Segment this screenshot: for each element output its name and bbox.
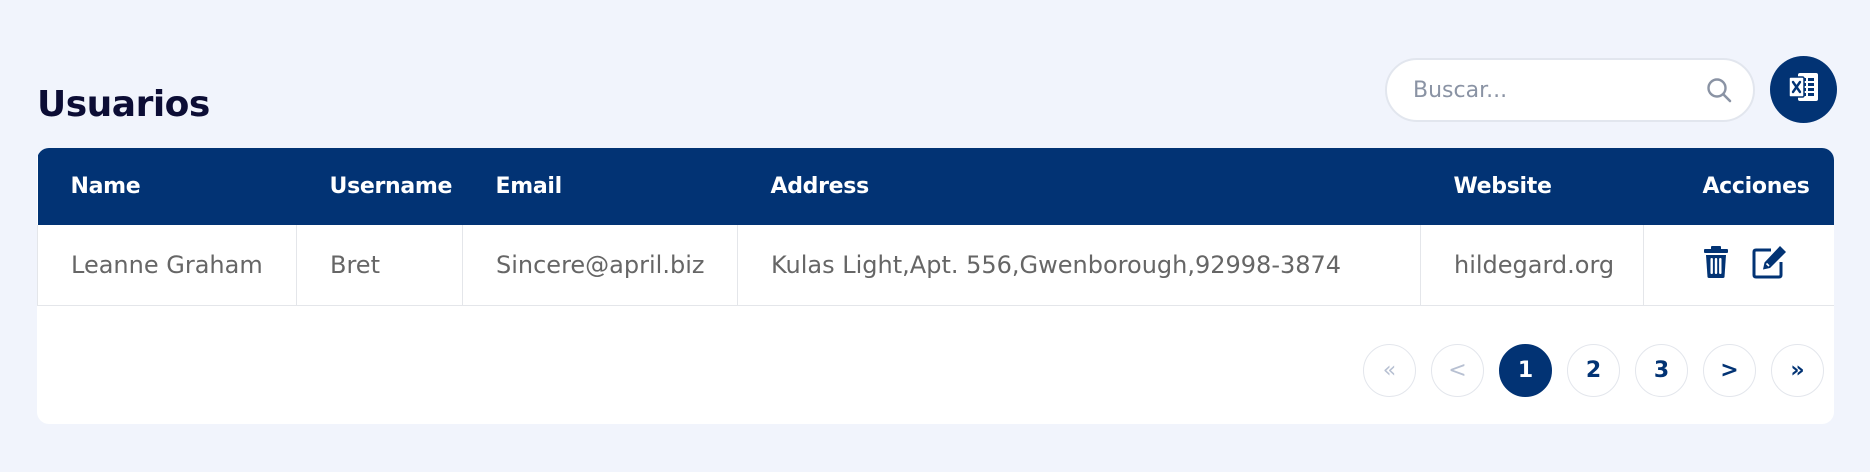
first-page-button[interactable]: « (1363, 344, 1416, 397)
cell-actions (1643, 225, 1834, 306)
table-header-row: Name Username Email Address Website Acci… (37, 148, 1834, 225)
page: Usuarios Buscar... Name Username Email A… (0, 0, 1870, 472)
column-header-website[interactable]: Website (1421, 148, 1644, 225)
row-actions (1644, 244, 1834, 286)
cell-username: Bret (296, 225, 463, 306)
users-table-card: Name Username Email Address Website Acci… (37, 148, 1834, 424)
export-excel-button[interactable] (1770, 56, 1837, 123)
pagination: « < 1 2 3 > » (1363, 344, 1824, 397)
previous-page-button[interactable]: < (1431, 344, 1484, 397)
next-page-button[interactable]: > (1703, 344, 1756, 397)
delete-button[interactable] (1695, 244, 1737, 286)
cell-address: Kulas Light,Apt. 556,Gwenborough,92998-3… (737, 225, 1421, 306)
page-button-3[interactable]: 3 (1635, 344, 1688, 397)
excel-icon (1787, 70, 1820, 109)
column-header-name[interactable]: Name (38, 148, 297, 225)
search-box (1385, 58, 1755, 122)
edit-button[interactable] (1749, 244, 1791, 286)
page-button-2[interactable]: 2 (1567, 344, 1620, 397)
column-header-address[interactable]: Address (738, 148, 1421, 225)
column-header-username[interactable]: Username (297, 148, 463, 225)
search-input[interactable] (1413, 77, 1705, 103)
column-header-email[interactable]: Email (463, 148, 738, 225)
cell-name: Leanne Graham (37, 225, 297, 306)
edit-icon (1751, 244, 1789, 286)
cell-email: Sincere@april.biz (462, 225, 738, 306)
trash-icon (1701, 245, 1731, 285)
page-button-1[interactable]: 1 (1499, 344, 1552, 397)
last-page-button[interactable]: » (1771, 344, 1824, 397)
page-title: Usuarios (37, 84, 210, 125)
table-row: Leanne Graham Bret Sincere@april.biz Kul… (37, 225, 1834, 306)
users-table: Name Username Email Address Website Acci… (37, 148, 1834, 306)
search-icon[interactable] (1705, 76, 1733, 104)
column-header-actions: Acciones (1702, 174, 1810, 199)
cell-website: hildegard.org (1420, 225, 1644, 306)
